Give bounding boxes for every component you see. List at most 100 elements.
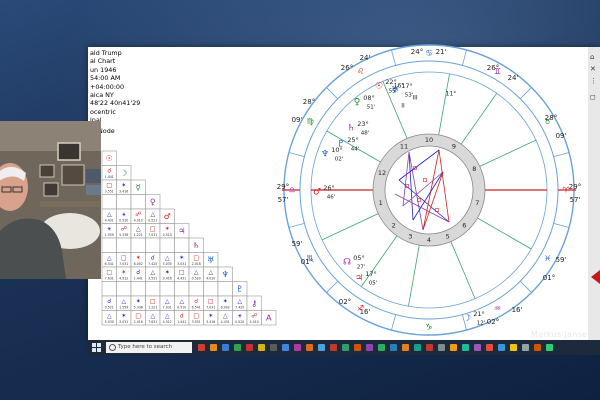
zodiac-sign-glyph: ♋ xyxy=(425,49,432,58)
taskbar-app-icon[interactable] xyxy=(306,344,313,351)
cusp-degree-label: 26° xyxy=(341,64,353,72)
search-icon xyxy=(109,344,116,351)
toolbar-glyph-icon[interactable]: ⋮ xyxy=(590,77,597,85)
cusp-degree-label: 09' xyxy=(292,116,303,124)
taskbar-app-icon[interactable] xyxy=(522,344,529,351)
taskbar-app-icon[interactable] xyxy=(390,344,397,351)
taskbar-app-icon[interactable] xyxy=(450,344,457,351)
cusp-degree-label: 59' xyxy=(292,240,303,248)
house-number: 3 xyxy=(408,232,412,240)
house-number: 7 xyxy=(475,199,479,207)
cusp-degree-label: 02° xyxy=(339,298,351,306)
cusp-degree-label: 09' xyxy=(556,132,567,140)
planet-degree: 23° xyxy=(357,120,369,128)
house-number: 8 xyxy=(472,165,476,173)
taskbar-app-icon[interactable] xyxy=(198,344,205,351)
taskbar-app-icon[interactable] xyxy=(414,344,421,351)
red-arrow-marker xyxy=(591,270,600,284)
cusp-degree-label: 16' xyxy=(512,306,523,314)
cusp-degree-label: 28° xyxy=(545,114,557,122)
zodiac-sign-glyph: ♎ xyxy=(288,186,295,195)
taskbar-app-icon[interactable] xyxy=(486,344,493,351)
cusp-degree-label: 01° xyxy=(543,274,555,282)
house-number: 10 xyxy=(425,136,433,144)
taskbar-app-icon[interactable] xyxy=(462,344,469,351)
planet-glyph: ♄ xyxy=(347,124,355,134)
taskbar-app-icon[interactable] xyxy=(546,344,553,351)
cusp-degree-label: 57' xyxy=(570,196,581,204)
taskbar-app-icon[interactable] xyxy=(330,344,337,351)
taskbar-app-icon[interactable] xyxy=(210,344,217,351)
taskbar-app-icon[interactable] xyxy=(234,344,241,351)
taskbar-app-icon[interactable] xyxy=(282,344,289,351)
cusp-degree-label: 24' xyxy=(508,74,519,82)
cusp-degree-label: 24° xyxy=(411,48,423,56)
planet-minute: 27' xyxy=(357,265,366,271)
taskbar-app-icon[interactable] xyxy=(294,344,301,351)
planet-degree: 26° xyxy=(323,184,335,192)
cusp-degree-label: 16' xyxy=(360,308,371,316)
taskbar-app-icon[interactable] xyxy=(378,344,385,351)
planet-glyph: ♂ xyxy=(313,188,321,198)
cusp-degree-label: 29° xyxy=(277,183,289,191)
planet-glyph: ☽ xyxy=(463,314,471,324)
planet-minute: 48' xyxy=(361,131,370,137)
zodiac-sign-glyph: ♌ xyxy=(357,67,364,76)
taskbar-app-icon[interactable] xyxy=(474,344,481,351)
planet-minute: 51' xyxy=(367,105,376,111)
planet-degree: 17° xyxy=(365,270,377,278)
taskbar-app-icon[interactable] xyxy=(342,344,349,351)
house-number: 12 xyxy=(378,169,386,177)
planet-glyph: ♃ xyxy=(355,274,363,284)
cusp-degree-label: 59' xyxy=(556,256,567,264)
taskbar-app-icon[interactable] xyxy=(426,344,433,351)
taskbar-app-icon[interactable] xyxy=(270,344,277,351)
zodiac-sign-glyph: ♒ xyxy=(494,304,501,313)
cusp-degree-label: 21' xyxy=(436,48,447,56)
roman-house-label: II xyxy=(401,103,405,110)
house-number: 1 xyxy=(379,199,383,207)
planet-glyph: ☉ xyxy=(375,82,383,92)
taskbar-app-icon[interactable] xyxy=(402,344,409,351)
planet-minute: 02' xyxy=(335,157,344,163)
planet-degree: 21° xyxy=(473,310,485,318)
window-edge-toolbar: ⌂ ✕ ⋮ ◻ xyxy=(588,47,600,343)
taskbar-app-icon[interactable] xyxy=(318,344,325,351)
windows-start-icon[interactable] xyxy=(92,343,101,352)
planet-glyph: ☊ xyxy=(343,258,351,268)
taskbar-app-icon[interactable] xyxy=(366,344,373,351)
zodiac-sign-glyph: ♑ xyxy=(425,323,432,332)
taskbar-app-icon[interactable] xyxy=(246,344,253,351)
cusp-degree-label: 24' xyxy=(360,54,371,62)
taskbar-app-icon[interactable] xyxy=(510,344,517,351)
chart-misc-label: 16° xyxy=(394,83,405,90)
toolbar-glyph-icon[interactable]: ◻ xyxy=(590,93,596,101)
taskbar-search-input[interactable]: Type here to search xyxy=(106,342,192,353)
zodiac-sign-glyph: ♍ xyxy=(307,117,314,126)
taskbar-app-icon[interactable] xyxy=(258,344,265,351)
house-number: 6 xyxy=(462,221,466,229)
presenter-image xyxy=(0,121,101,279)
cusp-degree-label: 57' xyxy=(278,196,289,204)
planet-degree: 25° xyxy=(347,136,359,144)
taskbar-app-icon[interactable] xyxy=(438,344,445,351)
house-number: 11 xyxy=(400,143,408,151)
house-number: 5 xyxy=(446,232,450,240)
taskbar-app-icon[interactable] xyxy=(354,344,361,351)
roman-house-label: III xyxy=(412,95,418,102)
cusp-degree-label: 02° xyxy=(487,318,499,326)
taskbar-app-icon[interactable] xyxy=(534,344,541,351)
planet-minute: 05' xyxy=(369,281,378,287)
cusp-degree-label: 28° xyxy=(303,98,315,106)
zodiac-sign-glyph: ♓ xyxy=(544,254,551,263)
cusp-degree-label: 01° xyxy=(301,258,313,266)
toolbar-glyph-icon[interactable]: ⌂ xyxy=(590,53,594,61)
planet-glyph: ♀ xyxy=(354,98,361,108)
toolbar-glyph-icon[interactable]: ✕ xyxy=(590,65,596,73)
taskbar-app-icon[interactable] xyxy=(498,344,505,351)
taskbar-app-icon[interactable] xyxy=(222,344,229,351)
house-number: 9 xyxy=(452,143,456,151)
search-placeholder: Type here to search xyxy=(118,344,173,350)
planet-degree: 08° xyxy=(363,94,375,102)
windows-taskbar: Type here to search xyxy=(88,340,600,355)
